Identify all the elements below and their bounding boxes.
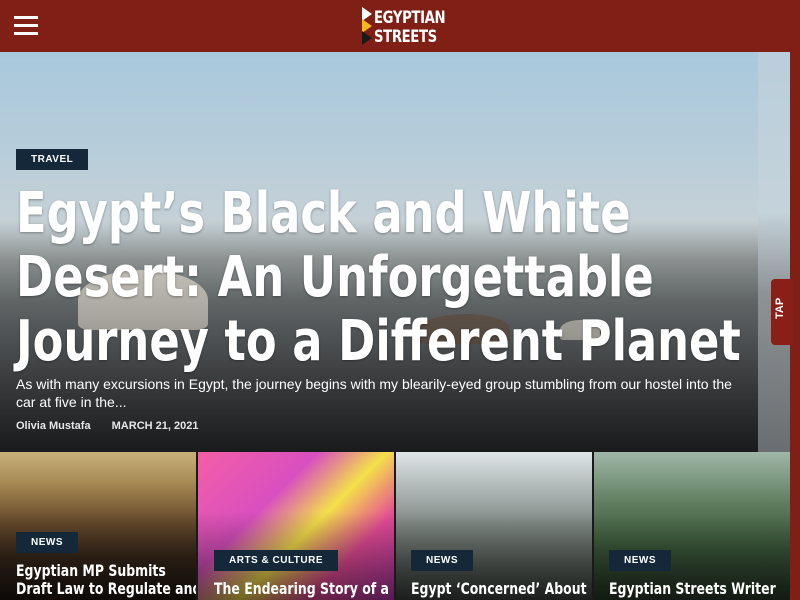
hero-excerpt: As with many excursions in Egypt, the jo… bbox=[16, 376, 732, 410]
hero-date: MARCH 21, 2021 bbox=[111, 420, 199, 432]
card-title-line: The Endearing Story of a bbox=[214, 579, 389, 598]
logo-flag-icon bbox=[362, 7, 372, 45]
card-title-line: Egyptian MP Submits bbox=[16, 561, 166, 580]
article-card[interactable]: NEWS Egyptian Streets Writer bbox=[594, 452, 790, 600]
card-title[interactable]: Egyptian Streets Writer bbox=[609, 580, 790, 598]
tap-tab[interactable]: TAP bbox=[771, 279, 793, 345]
card-title[interactable]: Egyptian MP Submits Draft Law to Regulat… bbox=[16, 562, 196, 598]
card-category-badge[interactable]: NEWS bbox=[411, 550, 473, 571]
card-title-line: Draft Law to Regulate and bbox=[16, 579, 196, 598]
logo-text-line2: STREETS bbox=[374, 27, 437, 47]
article-card[interactable]: ARTS & CULTURE The Endearing Story of a bbox=[198, 452, 394, 600]
hero-image-edge bbox=[758, 52, 790, 452]
card-category-badge[interactable]: NEWS bbox=[609, 550, 671, 571]
card-image-overlay bbox=[198, 452, 394, 600]
article-cards: NEWS Egyptian MP Submits Draft Law to Re… bbox=[0, 452, 790, 600]
card-category-badge[interactable]: NEWS bbox=[16, 532, 78, 553]
site-header: EGYPTIAN STREETS bbox=[0, 0, 800, 52]
hero-title[interactable]: Egypt’s Black and White Desert: An Unfor… bbox=[16, 182, 756, 374]
featured-article[interactable]: TRAVEL Egypt’s Black and White Desert: A… bbox=[0, 52, 758, 452]
hero-category-badge[interactable]: TRAVEL bbox=[16, 149, 89, 170]
card-title[interactable]: The Endearing Story of a bbox=[214, 580, 394, 598]
hero-author[interactable]: Olivia Mustafa bbox=[16, 420, 91, 432]
card-image-overlay bbox=[594, 452, 790, 600]
card-title[interactable]: Egypt ‘Concerned’ About bbox=[411, 580, 592, 598]
card-category-badge[interactable]: ARTS & CULTURE bbox=[214, 550, 339, 571]
article-card[interactable]: NEWS Egypt ‘Concerned’ About bbox=[396, 452, 592, 600]
hamburger-menu-icon[interactable] bbox=[14, 16, 38, 35]
hero-meta: Olivia Mustafa MARCH 21, 2021 bbox=[16, 420, 198, 432]
site-logo[interactable]: EGYPTIAN STREETS bbox=[362, 5, 446, 47]
card-image-overlay bbox=[396, 452, 592, 600]
card-title-line: Egyptian Streets Writer bbox=[609, 579, 776, 598]
logo-text-line1: EGYPTIAN bbox=[374, 8, 446, 28]
card-title-line: Egypt ‘Concerned’ About bbox=[411, 579, 587, 598]
article-card[interactable]: NEWS Egyptian MP Submits Draft Law to Re… bbox=[0, 452, 196, 600]
tap-tab-label: TAP bbox=[774, 297, 786, 319]
